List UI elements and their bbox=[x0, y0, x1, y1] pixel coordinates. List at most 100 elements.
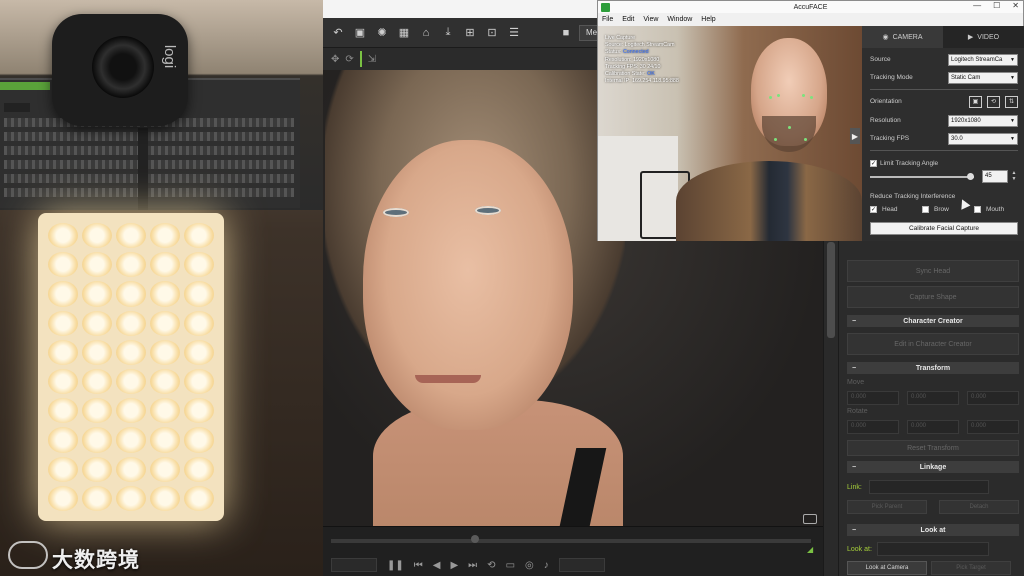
link-target-field[interactable] bbox=[869, 480, 989, 494]
menu-window[interactable]: Window bbox=[667, 16, 692, 23]
section-title: Linkage bbox=[919, 463, 947, 471]
linkage-section[interactable]: − Linkage bbox=[847, 461, 1019, 473]
link-label: Link: bbox=[847, 484, 862, 491]
timeline-track[interactable] bbox=[331, 539, 811, 543]
led-bulb bbox=[150, 281, 180, 307]
spin-arrows-icon[interactable]: ▲ ▼ bbox=[1010, 170, 1018, 183]
prev-key-icon[interactable]: ⏮ bbox=[414, 560, 423, 571]
tab-video[interactable]: ▶ VIDEO bbox=[943, 26, 1024, 48]
prev-frame-icon[interactable]: ◀ bbox=[433, 560, 441, 571]
resolution-label: Resolution bbox=[870, 117, 901, 124]
capture-shape-button[interactable]: Capture Shape bbox=[847, 286, 1019, 308]
led-bulb bbox=[116, 398, 146, 424]
close-icon[interactable]: ✕ bbox=[1012, 1, 1019, 10]
orientation-normal-icon[interactable]: ▣ bbox=[969, 95, 982, 108]
led-bulb bbox=[82, 369, 112, 395]
scrollbar-thumb[interactable] bbox=[827, 242, 835, 338]
look-at-section[interactable]: − Look at bbox=[847, 524, 1019, 536]
reset-transform-button[interactable]: Reset Transform bbox=[847, 440, 1019, 456]
look-at-camera-button[interactable]: Look at Camera bbox=[847, 561, 927, 575]
tab-camera[interactable]: ◉ CAMERA bbox=[862, 26, 943, 48]
calibrate-button[interactable]: Calibrate Facial Capture bbox=[870, 222, 1018, 235]
mouth-checkbox[interactable] bbox=[974, 206, 981, 213]
record-icon[interactable]: ◎ bbox=[525, 560, 534, 571]
accuface-titlebar[interactable]: AccuFACE — ☐ ✕ bbox=[598, 1, 1023, 13]
maximize-icon[interactable]: ☐ bbox=[993, 1, 1000, 10]
screen-icon[interactable]: ▭ bbox=[506, 560, 515, 571]
next-frame-icon[interactable]: ▶ bbox=[450, 560, 458, 571]
menu-file[interactable]: File bbox=[602, 16, 613, 23]
slider-knob[interactable] bbox=[966, 173, 974, 180]
move-tool-icon[interactable]: ✥ bbox=[331, 54, 339, 65]
led-bulb bbox=[82, 252, 112, 278]
section-title: Look at bbox=[920, 526, 946, 534]
iclone-menubar bbox=[323, 0, 598, 18]
snap-icon[interactable]: ⊡ bbox=[483, 24, 501, 42]
rotate-x-field[interactable]: 0.000 bbox=[847, 420, 899, 434]
move-z-field[interactable]: 0.000 bbox=[967, 391, 1019, 405]
led-bulb bbox=[184, 310, 214, 336]
window-controls: — ☐ ✕ bbox=[973, 1, 1019, 10]
rotate-z-field[interactable]: 0.000 bbox=[967, 420, 1019, 434]
brow-checkbox[interactable] bbox=[922, 206, 929, 213]
menu-help[interactable]: Help bbox=[701, 16, 715, 23]
tracking-mode-select[interactable]: Static Cam ▼ bbox=[948, 71, 1018, 84]
minimize-icon[interactable]: — bbox=[973, 1, 981, 10]
layout-icon[interactable]: ▣ bbox=[351, 24, 369, 42]
import-icon[interactable]: ⤓ bbox=[439, 24, 457, 42]
character-face bbox=[363, 140, 573, 430]
rotate-y-field[interactable]: 0.000 bbox=[907, 420, 959, 434]
sync-head-button[interactable]: Sync Head bbox=[847, 260, 1019, 282]
timeline-playhead[interactable] bbox=[471, 535, 479, 543]
tracking-fps-row: Tracking FPS 30.0 ▼ bbox=[870, 132, 1018, 145]
panel-collapse-icon[interactable]: ▶ bbox=[850, 128, 860, 144]
collapse-icon: − bbox=[851, 463, 857, 471]
transform-section[interactable]: − Transform bbox=[847, 362, 1019, 374]
grid-icon[interactable]: ▦ bbox=[395, 24, 413, 42]
limit-angle-checkbox[interactable]: ✓ bbox=[870, 160, 877, 167]
scale-tool-icon[interactable]: ⇲ bbox=[368, 54, 376, 65]
rotate-tool-icon[interactable]: ⟳ bbox=[345, 54, 353, 65]
sound-icon[interactable]: ♪ bbox=[544, 560, 549, 571]
camera-icon[interactable]: ■ bbox=[557, 24, 575, 42]
led-bulb bbox=[150, 398, 180, 424]
orientation-flip-icon[interactable]: ⇅ bbox=[1005, 95, 1018, 108]
source-select[interactable]: Logitech StreamCa ▼ bbox=[948, 53, 1018, 66]
pick-parent-button[interactable]: Pick Parent bbox=[847, 500, 927, 514]
layers-icon[interactable]: ☰ bbox=[505, 24, 523, 42]
home-icon[interactable]: ⌂ bbox=[417, 24, 435, 42]
light-icon[interactable]: ✺ bbox=[373, 24, 391, 42]
led-bulb bbox=[82, 339, 112, 365]
move-x-field[interactable]: 0.000 bbox=[847, 391, 899, 405]
menu-view[interactable]: View bbox=[643, 16, 658, 23]
menu-edit[interactable]: Edit bbox=[622, 16, 634, 23]
look-at-target-field[interactable] bbox=[877, 542, 989, 556]
resolution-select[interactable]: 1920x1080 ▼ bbox=[948, 114, 1018, 127]
orientation-rotate-icon[interactable]: ⟲ bbox=[987, 95, 1000, 108]
pick-target-button[interactable]: Pick Target bbox=[931, 561, 1011, 575]
source-row: Source Logitech StreamCa ▼ bbox=[870, 53, 1018, 66]
modify-panel: Sync Head Capture Shape − Character Crea… bbox=[838, 240, 1024, 576]
divider bbox=[870, 89, 1018, 90]
led-bulb bbox=[48, 252, 78, 278]
end-frame-field[interactable] bbox=[558, 558, 605, 572]
frame-icon[interactable]: ⊞ bbox=[461, 24, 479, 42]
comment-icon[interactable] bbox=[803, 514, 817, 524]
loop-icon[interactable]: ⟲ bbox=[487, 560, 495, 571]
edit-in-cc-button[interactable]: Edit in Character Creator bbox=[847, 333, 1019, 355]
pause-icon[interactable]: ❚❚ bbox=[387, 560, 404, 571]
led-bulb bbox=[116, 339, 146, 365]
limit-angle-slider[interactable] bbox=[870, 173, 974, 180]
next-key-icon[interactable]: ⏭ bbox=[468, 560, 477, 571]
move-y-field[interactable]: 0.000 bbox=[907, 391, 959, 405]
current-frame-field[interactable] bbox=[331, 558, 377, 572]
limit-angle-input[interactable]: 45 bbox=[982, 170, 1008, 183]
character-creator-section[interactable]: − Character Creator bbox=[847, 315, 1019, 327]
led-bulb bbox=[184, 398, 214, 424]
head-checkbox[interactable]: ✓ bbox=[870, 206, 877, 213]
orientation-row: Orientation ▣ ⟲ ⇅ bbox=[870, 95, 1018, 108]
info-ip: Internal IP: 169.254.118.95:888 bbox=[605, 78, 679, 85]
undo-icon[interactable]: ↶ bbox=[329, 24, 347, 42]
detach-button[interactable]: Detach bbox=[939, 500, 1019, 514]
tracking-fps-select[interactable]: 30.0 ▼ bbox=[948, 132, 1018, 145]
